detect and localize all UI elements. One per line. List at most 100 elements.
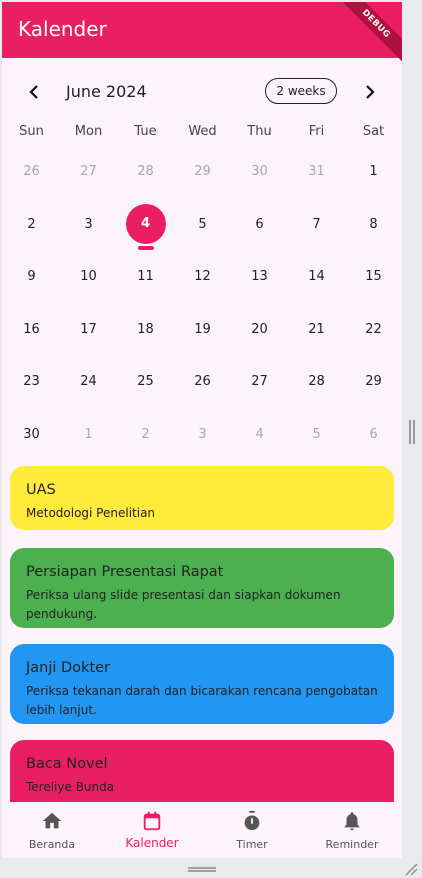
day-number: 19	[194, 321, 211, 337]
nav-label: Timer	[236, 838, 268, 851]
calendar-day[interactable]: 15	[345, 243, 402, 295]
debug-banner: DEBUG	[333, 2, 402, 67]
day-number: 1	[84, 427, 93, 442]
calendar-day[interactable]: 12	[174, 243, 231, 295]
day-number: 27	[80, 164, 97, 179]
calendar-day[interactable]: 16	[3, 296, 60, 348]
event-title: Janji Dokter	[26, 660, 111, 676]
calendar-day[interactable]: 5	[174, 191, 231, 243]
calendar-day[interactable]: 23	[3, 348, 60, 400]
calendar-day[interactable]: 22	[345, 296, 402, 348]
calendar-day[interactable]: 18	[117, 296, 174, 348]
event-title: Persiapan Presentasi Rapat	[26, 564, 224, 580]
month-title: June 2024	[66, 82, 147, 101]
day-number: 17	[80, 321, 97, 337]
calendar-day[interactable]: 1	[345, 138, 402, 190]
nav-item-kalender[interactable]: Kalender	[102, 802, 202, 858]
calendar-day[interactable]: 26	[3, 138, 60, 190]
format-toggle-button[interactable]: 2 weeks	[265, 78, 337, 104]
calendar-day[interactable]: 28	[288, 348, 345, 400]
day-number: 2	[27, 216, 36, 232]
nav-item-timer[interactable]: Timer	[202, 802, 302, 858]
day-number: 4	[140, 215, 151, 231]
calendar-day[interactable]: 6	[345, 401, 402, 453]
calendar-day[interactable]: 30	[3, 401, 60, 453]
nav-item-reminder[interactable]: Reminder	[302, 802, 402, 858]
day-number: 27	[251, 374, 268, 390]
calendar-day[interactable]: 25	[117, 348, 174, 400]
calendar-day[interactable]: 10	[60, 243, 117, 295]
previous-month-button[interactable]	[20, 76, 48, 108]
calendar-day[interactable]: 9	[3, 243, 60, 295]
event-description: Periksa ulang slide presentasi dan siapk…	[26, 588, 341, 621]
calendar-day[interactable]: 17	[60, 296, 117, 348]
day-number: 3	[198, 427, 207, 442]
calendar-day-today[interactable]: 4	[117, 191, 174, 250]
day-of-week-label: Sat	[362, 124, 385, 139]
day-number: 28	[308, 374, 325, 390]
day-number: 11	[137, 269, 154, 285]
day-number: 2	[141, 427, 150, 442]
day-number: 9	[27, 269, 36, 285]
calendar-day[interactable]: 14	[288, 243, 345, 295]
calendar-day[interactable]: 20	[231, 296, 288, 348]
calendar-day[interactable]: 4	[231, 401, 288, 453]
calendar-day[interactable]: 27	[231, 348, 288, 400]
day-number: 16	[23, 321, 40, 337]
day-number: 25	[137, 374, 154, 390]
calendar-day[interactable]: 29	[174, 138, 231, 190]
calendar-day[interactable]: 29	[345, 348, 402, 400]
day-number: 6	[369, 427, 378, 442]
calendar-day[interactable]: 26	[174, 348, 231, 400]
day-number: 6	[255, 216, 264, 232]
calendar-day[interactable]: 31	[288, 138, 345, 190]
calendar-day[interactable]: 24	[60, 348, 117, 400]
day-number: 29	[194, 164, 211, 179]
calendar-day[interactable]: 3	[174, 401, 231, 453]
event-description: Periksa tekanan darah dan bicarakan renc…	[26, 684, 378, 717]
side-resize-handle[interactable]	[409, 420, 415, 444]
calendar-day[interactable]: 30	[231, 138, 288, 190]
calendar-day[interactable]: 27	[60, 138, 117, 190]
event-card[interactable]: UAS Metodologi Penelitian	[10, 466, 394, 530]
day-number: 29	[365, 374, 382, 390]
day-of-week-label: Fri	[308, 124, 325, 139]
calendar-day[interactable]: 19	[174, 296, 231, 348]
day-number: 31	[308, 164, 325, 179]
day-number: 3	[84, 216, 93, 232]
next-month-button[interactable]	[356, 76, 384, 108]
nav-item-beranda[interactable]: Beranda	[2, 802, 102, 858]
calendar-icon	[143, 811, 161, 831]
calendar-day[interactable]: 8	[345, 191, 402, 243]
day-number: 14	[308, 269, 325, 285]
event-card[interactable]: Persiapan Presentasi Rapat Periksa ulang…	[10, 548, 394, 628]
calendar-day[interactable]: 28	[117, 138, 174, 190]
bottom-drag-handle[interactable]	[188, 867, 216, 872]
day-number: 30	[251, 164, 268, 179]
calendar-day[interactable]: 1	[60, 401, 117, 453]
calendar-day[interactable]: 2	[3, 191, 60, 243]
app-bar: Kalender DEBUG	[2, 2, 402, 67]
calendar-day[interactable]: 2	[117, 401, 174, 453]
calendar-day[interactable]: 11	[117, 243, 174, 295]
day-number: 21	[308, 321, 325, 337]
event-description: Metodologi Penelitian	[26, 506, 156, 520]
day-number: 7	[312, 216, 321, 232]
calendar-day[interactable]: 5	[288, 401, 345, 453]
calendar-day[interactable]: 13	[231, 243, 288, 295]
resize-grip-icon[interactable]	[404, 862, 418, 876]
nav-label: Kalender	[125, 836, 179, 850]
event-card[interactable]: Janji Dokter Periksa tekanan darah dan b…	[10, 644, 394, 724]
calendar-day[interactable]: 3	[60, 191, 117, 243]
calendar-header: June 2024 2 weeks	[2, 76, 402, 108]
chevron-right-icon	[366, 85, 375, 99]
calendar-day[interactable]: 21	[288, 296, 345, 348]
calendar-day[interactable]: 6	[231, 191, 288, 243]
event-card[interactable]: Baca Novel Tereliye Bunda	[10, 740, 394, 802]
day-of-week-label: Thu	[247, 124, 272, 139]
calendar-day[interactable]: 7	[288, 191, 345, 243]
day-number: 10	[80, 269, 97, 285]
day-number: 8	[369, 216, 378, 232]
day-number: 5	[198, 216, 207, 232]
day-number: 26	[23, 164, 40, 179]
